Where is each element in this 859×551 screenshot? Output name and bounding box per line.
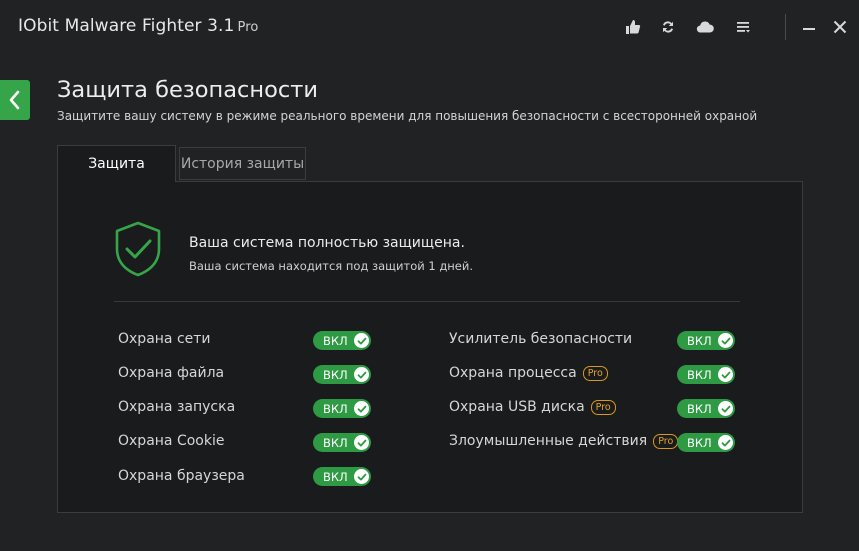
protection-label-malicious-actions: Злоумышленные действия Pro	[449, 433, 679, 449]
page-subtitle: Защитите вашу систему в режиме реального…	[57, 109, 758, 123]
chevron-left-icon	[9, 90, 20, 110]
toggle-state-label: ВКЛ	[323, 367, 348, 382]
check-icon	[354, 333, 369, 348]
status-subtitle: Ваша система находится под защитой 1 дне…	[189, 259, 474, 273]
protection-label-text: Охрана процесса	[449, 365, 577, 381]
protection-label-security-booster: Усилитель безопасности	[449, 331, 632, 347]
titlebar-separator	[785, 14, 786, 40]
check-icon	[718, 435, 733, 450]
toggle-state-label: ВКЛ	[687, 435, 712, 450]
like-icon[interactable]	[623, 17, 643, 37]
pro-badge: Pro	[653, 433, 679, 449]
toggle-usb[interactable]: ВКЛ	[677, 399, 735, 418]
update-icon[interactable]	[658, 17, 678, 37]
protection-label-text: Охрана USB диска	[449, 399, 585, 415]
toggle-state-label: ВКЛ	[687, 367, 712, 382]
minimize-icon[interactable]	[799, 17, 819, 37]
protection-label-text: Злоумышленные действия	[449, 433, 648, 449]
app-title: IObit Malware Fighter 3.1 Pro	[18, 16, 258, 36]
close-icon[interactable]	[830, 17, 850, 37]
app-name: IObit Malware Fighter 3.1	[18, 16, 235, 36]
pro-badge: Pro	[582, 365, 608, 381]
toggle-browser[interactable]: ВКЛ	[313, 467, 371, 486]
menu-icon[interactable]	[733, 17, 753, 37]
toggle-state-label: ВКЛ	[323, 401, 348, 416]
toggle-state-label: ВКЛ	[687, 401, 712, 416]
tab-protection[interactable]: Защита	[57, 145, 176, 182]
cloud-icon[interactable]	[695, 17, 715, 37]
protection-label-text: Усилитель безопасности	[449, 331, 633, 347]
check-icon	[354, 435, 369, 450]
toggle-process[interactable]: ВКЛ	[677, 365, 735, 384]
protection-label-network: Охрана сети	[118, 331, 211, 347]
toggle-file[interactable]: ВКЛ	[313, 365, 371, 384]
protection-label-file: Охрана файла	[118, 365, 225, 381]
toggle-state-label: ВКЛ	[323, 435, 348, 450]
check-icon	[718, 367, 733, 382]
protection-label-browser: Охрана браузера	[118, 468, 245, 484]
tab-protection-history[interactable]: История защиты	[179, 147, 306, 180]
back-button[interactable]	[0, 80, 30, 120]
check-icon	[354, 401, 369, 416]
toggle-cookie[interactable]: ВКЛ	[313, 433, 371, 452]
toggle-state-label: ВКЛ	[323, 333, 348, 348]
divider	[114, 301, 740, 302]
check-icon	[718, 401, 733, 416]
protection-label-startup: Охрана запуска	[118, 399, 236, 415]
protection-label-cookie: Охрана Cookie	[118, 433, 225, 449]
toggle-state-label: ВКЛ	[323, 469, 348, 484]
toggle-security-booster[interactable]: ВКЛ	[677, 331, 735, 350]
status-title: Ваша система полностью защищена.	[189, 235, 465, 251]
title-bar: IObit Malware Fighter 3.1 Pro	[0, 0, 859, 54]
protection-label-usb: Охрана USB диска Pro	[449, 399, 616, 415]
toggle-startup[interactable]: ВКЛ	[313, 399, 371, 418]
pro-badge: Pro	[590, 399, 616, 415]
page-title: Защита безопасности	[57, 77, 318, 103]
check-icon	[718, 333, 733, 348]
toggle-state-label: ВКЛ	[687, 333, 712, 348]
check-icon	[354, 469, 369, 484]
protection-label-process: Охрана процесса Pro	[449, 365, 608, 381]
shield-check-icon	[115, 221, 161, 277]
toggle-network[interactable]: ВКЛ	[313, 331, 371, 350]
toggle-malicious-actions[interactable]: ВКЛ	[677, 433, 735, 452]
check-icon	[354, 367, 369, 382]
app-edition: Pro	[237, 20, 259, 35]
